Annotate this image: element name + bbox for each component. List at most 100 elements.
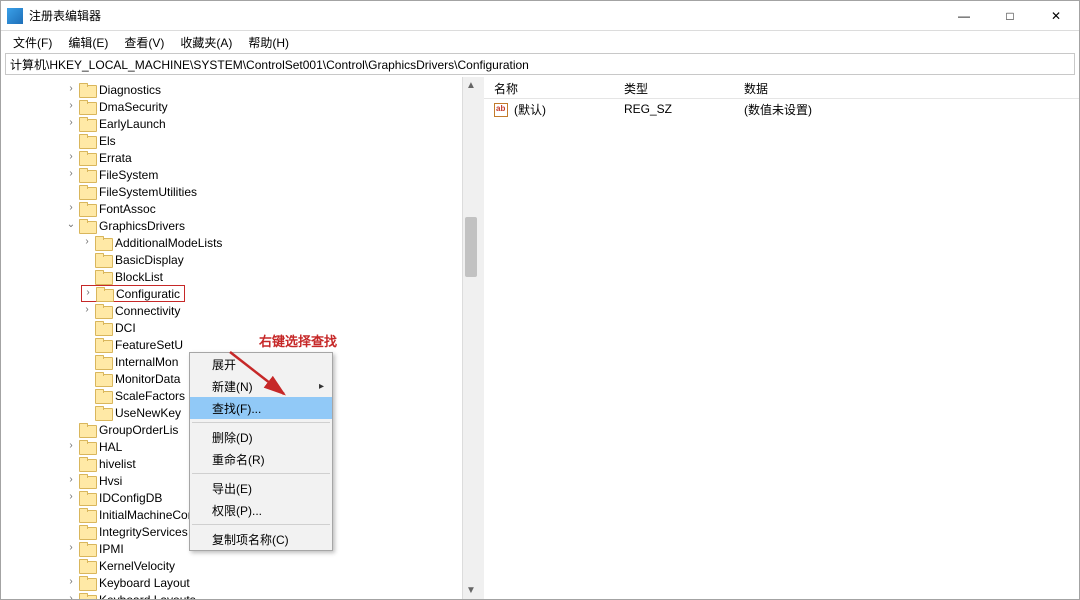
tree-item[interactable]: BlockList bbox=[1, 268, 462, 285]
folder-icon bbox=[96, 287, 112, 300]
menu-file[interactable]: 文件(F) bbox=[5, 32, 60, 53]
tree-item-label: Els bbox=[99, 134, 116, 148]
address-bar[interactable]: 计算机\HKEY_LOCAL_MACHINE\SYSTEM\ControlSet… bbox=[5, 53, 1075, 75]
folder-icon bbox=[95, 321, 111, 334]
menu-edit[interactable]: 编辑(E) bbox=[60, 32, 116, 53]
col-name[interactable]: 名称 bbox=[484, 77, 614, 98]
tree-item[interactable]: KernelVelocity bbox=[1, 557, 462, 574]
expander-icon[interactable]: › bbox=[65, 577, 77, 587]
folder-icon bbox=[95, 372, 111, 385]
expander-icon[interactable]: › bbox=[65, 492, 77, 502]
folder-icon bbox=[95, 236, 111, 249]
tree-item[interactable]: ›Configuratic bbox=[1, 285, 462, 302]
expander-icon[interactable]: › bbox=[65, 84, 77, 94]
expander-icon[interactable]: › bbox=[65, 203, 77, 213]
cm-rename[interactable]: 重命名(R) bbox=[190, 448, 332, 470]
folder-icon bbox=[79, 491, 95, 504]
folder-icon bbox=[79, 559, 95, 572]
folder-icon bbox=[95, 389, 111, 402]
expander-icon[interactable]: › bbox=[81, 305, 93, 315]
expander-icon[interactable]: › bbox=[65, 441, 77, 451]
tree-item[interactable]: › Connectivity bbox=[1, 302, 462, 319]
tree-scrollbar[interactable]: ▲ ▼ bbox=[462, 77, 479, 599]
tree-item[interactable]: ›AdditionalModeLists bbox=[1, 234, 462, 251]
tree-item-label: Keyboard Layout bbox=[99, 576, 190, 590]
menu-help[interactable]: 帮助(H) bbox=[240, 32, 297, 53]
tree-item[interactable]: ›EarlyLaunch bbox=[1, 115, 462, 132]
folder-icon bbox=[79, 151, 95, 164]
scroll-down-icon[interactable]: ▼ bbox=[463, 582, 479, 599]
tree-item-label: KernelVelocity bbox=[99, 559, 175, 573]
folder-icon bbox=[79, 202, 95, 215]
folder-icon bbox=[95, 406, 111, 419]
tree-item[interactable]: ›Diagnostics bbox=[1, 81, 462, 98]
menubar: 文件(F) 编辑(E) 查看(V) 收藏夹(A) 帮助(H) bbox=[1, 31, 1079, 53]
tree-item[interactable]: Els bbox=[1, 132, 462, 149]
col-data[interactable]: 数据 bbox=[734, 77, 1079, 98]
folder-icon bbox=[79, 168, 95, 181]
tree-item-label: GraphicsDrivers bbox=[99, 219, 185, 233]
folder-icon bbox=[79, 83, 95, 96]
value-type: REG_SZ bbox=[624, 102, 672, 116]
tree-item[interactable]: › FontAssoc bbox=[1, 200, 462, 217]
expander-icon[interactable]: › bbox=[65, 543, 77, 553]
close-button[interactable]: ✕ bbox=[1033, 1, 1079, 31]
tree-item[interactable]: › Keyboard Layout bbox=[1, 574, 462, 591]
expander-icon[interactable]: ⌄ bbox=[65, 220, 77, 230]
folder-icon bbox=[79, 457, 95, 470]
expander-icon[interactable]: › bbox=[65, 118, 77, 128]
tree-item[interactable]: ›Errata bbox=[1, 149, 462, 166]
expander-icon[interactable]: › bbox=[65, 101, 77, 111]
cm-export[interactable]: 导出(E) bbox=[190, 477, 332, 499]
tree-item-label: Connectivity bbox=[115, 304, 180, 318]
maximize-button[interactable]: □ bbox=[987, 1, 1033, 31]
minimize-button[interactable]: — bbox=[941, 1, 987, 31]
folder-icon bbox=[79, 423, 95, 436]
tree-item[interactable]: ›FileSystem bbox=[1, 166, 462, 183]
expander-icon[interactable]: › bbox=[65, 152, 77, 162]
expander-icon[interactable]: › bbox=[65, 594, 77, 600]
address-text: 计算机\HKEY_LOCAL_MACHINE\SYSTEM\ControlSet… bbox=[10, 56, 529, 73]
folder-icon bbox=[79, 440, 95, 453]
cm-separator bbox=[192, 422, 330, 423]
folder-icon bbox=[95, 304, 111, 317]
cm-permissions[interactable]: 权限(P)... bbox=[190, 499, 332, 521]
col-type[interactable]: 类型 bbox=[614, 77, 734, 98]
folder-icon bbox=[79, 525, 95, 538]
tree-item[interactable]: ⌄ GraphicsDrivers bbox=[1, 217, 462, 234]
tree-item[interactable]: ›DmaSecurity bbox=[1, 98, 462, 115]
cm-delete[interactable]: 删除(D) bbox=[190, 426, 332, 448]
cm-copy-key-name[interactable]: 复制项名称(C) bbox=[190, 528, 332, 550]
menu-view[interactable]: 查看(V) bbox=[116, 32, 172, 53]
tree-item[interactable]: DCI bbox=[1, 319, 462, 336]
cm-separator bbox=[192, 524, 330, 525]
folder-icon bbox=[79, 542, 95, 555]
tree-item-label: DCI bbox=[115, 321, 136, 335]
list-row[interactable]: (默认) REG_SZ (数值未设置) bbox=[484, 99, 1079, 119]
tree-item[interactable]: ›Keyboard Layouts bbox=[1, 591, 462, 599]
folder-icon bbox=[79, 219, 95, 232]
cm-separator bbox=[192, 473, 330, 474]
expander-icon[interactable]: › bbox=[65, 169, 77, 179]
value-data: (数值未设置) bbox=[744, 103, 812, 117]
expander-icon[interactable]: › bbox=[81, 237, 93, 247]
tree-item[interactable]: BasicDisplay bbox=[1, 251, 462, 268]
expander-icon[interactable]: › bbox=[82, 288, 94, 298]
tree-item-label: BasicDisplay bbox=[115, 253, 184, 267]
tree-item-label: HAL bbox=[99, 440, 122, 454]
folder-icon bbox=[79, 185, 95, 198]
tree-item[interactable]: FileSystemUtilities bbox=[1, 183, 462, 200]
chevron-right-icon: ▸ bbox=[319, 381, 324, 392]
menu-favorites[interactable]: 收藏夹(A) bbox=[172, 32, 240, 53]
annotation-arrow-icon bbox=[226, 348, 296, 404]
scroll-up-icon[interactable]: ▲ bbox=[463, 77, 479, 94]
value-name: (默认) bbox=[514, 103, 546, 117]
expander-icon[interactable]: › bbox=[65, 475, 77, 485]
folder-icon bbox=[79, 508, 95, 521]
tree-item-label: MonitorData bbox=[115, 372, 180, 386]
list-header: 名称 类型 数据 bbox=[484, 77, 1079, 99]
tree-item-label: BlockList bbox=[115, 270, 163, 284]
tree-item-label: FontAssoc bbox=[99, 202, 156, 216]
folder-icon bbox=[95, 270, 111, 283]
scrollbar-thumb[interactable] bbox=[465, 217, 477, 277]
